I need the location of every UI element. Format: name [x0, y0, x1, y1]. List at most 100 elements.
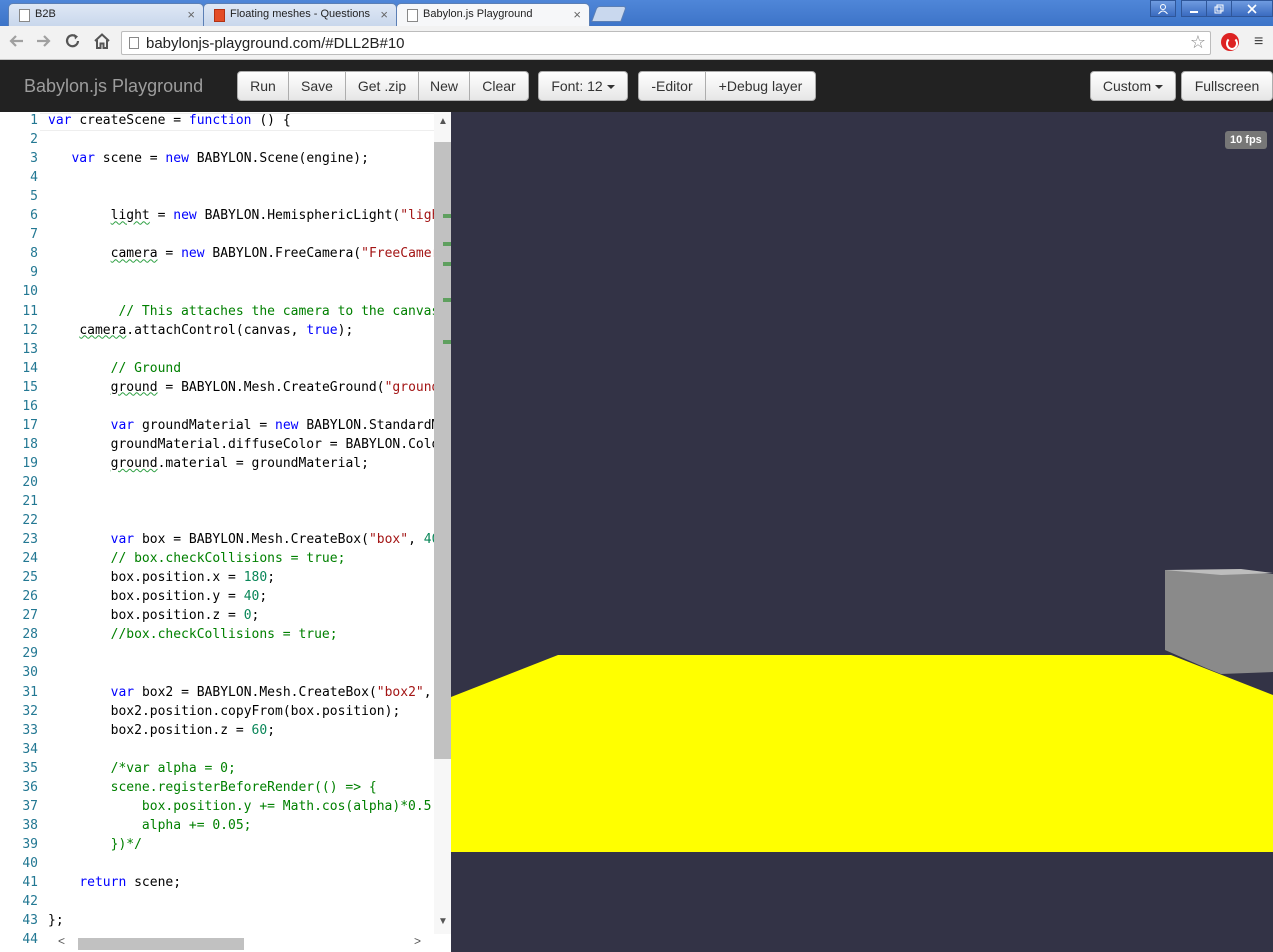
code-line[interactable]: ground.material = groundMaterial; — [48, 456, 369, 471]
horizontal-scrollbar[interactable] — [40, 934, 434, 952]
horizontal-scroll-thumb[interactable] — [78, 938, 244, 950]
code-line[interactable]: box2.position.z = 60; — [48, 723, 275, 738]
window-close-icon[interactable] — [1231, 0, 1273, 17]
line-number: 13 — [22, 341, 38, 357]
line-number: 8 — [30, 246, 38, 262]
code-line[interactable]: var groundMaterial = new BABYLON.Standar… — [48, 418, 434, 433]
line-number: 36 — [22, 779, 38, 795]
tab-babylon-playground[interactable]: Babylon.js Playground × — [396, 3, 590, 27]
page-icon — [19, 9, 30, 22]
tab-b2b[interactable]: B2B × — [8, 3, 204, 26]
line-number: 37 — [22, 798, 38, 814]
scroll-left-icon[interactable]: < — [58, 934, 65, 948]
code-line[interactable]: box.position.x = 180; — [48, 570, 275, 585]
line-number: 43 — [22, 913, 38, 929]
save-button[interactable]: Save — [288, 71, 346, 101]
code-line[interactable]: var scene = new BABYLON.Scene(engine); — [48, 151, 368, 166]
code-line[interactable]: /*var alpha = 0; — [48, 761, 236, 776]
profile-icon[interactable] — [1150, 0, 1176, 17]
code-editor[interactable]: 1 2 3 4 5 6 7 8 9 10 11 12 13 14 15 16 17 18 19 20 21 22 23 24 2… — [0, 112, 451, 952]
code-line[interactable]: var createScene = function () { — [48, 113, 291, 128]
overview-ruler-mark — [443, 262, 451, 266]
new-tab-button[interactable] — [591, 6, 627, 22]
code-line[interactable]: var box2 = BABYLON.Mesh.CreateBox("box2"… — [48, 685, 434, 700]
close-icon[interactable]: × — [573, 7, 581, 22]
line-number: 23 — [22, 532, 38, 548]
minimize-icon[interactable] — [1181, 0, 1207, 17]
line-number: 14 — [22, 360, 38, 376]
close-icon[interactable]: × — [380, 7, 388, 22]
code-line[interactable]: alpha += 0.05; — [48, 818, 252, 833]
code-line[interactable]: box2.position.copyFrom(box.position); — [48, 704, 401, 719]
code-line[interactable]: groundMaterial.diffuseColor = BABYLON.Co… — [48, 437, 434, 452]
debug-layer-button[interactable]: +Debug layer — [705, 71, 816, 101]
custom-label: Custom — [1102, 78, 1152, 94]
line-number: 11 — [22, 303, 38, 319]
code-line[interactable]: })*/ — [48, 837, 142, 852]
forward-icon[interactable] — [35, 33, 53, 54]
tab-title: Babylon.js Playground — [423, 8, 533, 20]
code-line[interactable]: box.position.z = 0; — [48, 608, 260, 623]
home-icon[interactable] — [93, 33, 111, 54]
code-line[interactable]: camera.attachControl(canvas, true); — [48, 323, 353, 338]
line-number: 28 — [22, 627, 38, 643]
tab-title: B2B — [35, 8, 56, 20]
run-button[interactable]: Run — [237, 71, 289, 101]
scroll-right-icon[interactable]: > — [414, 934, 421, 948]
line-number: 42 — [22, 894, 38, 910]
back-icon[interactable] — [7, 33, 25, 54]
bookmark-star-icon[interactable]: ☆ — [1190, 32, 1206, 53]
caret-down-icon — [606, 85, 615, 90]
fps-counter: 10 fps — [1225, 131, 1267, 149]
render-canvas[interactable]: 10 fps — [451, 112, 1273, 952]
new-button[interactable]: New — [418, 71, 470, 101]
box-mesh — [1165, 570, 1273, 674]
font-size-dropdown[interactable]: Font: 12 — [538, 71, 628, 101]
scroll-up-icon[interactable]: ▲ — [438, 116, 448, 127]
line-number: 7 — [30, 227, 38, 243]
vertical-scrollbar[interactable] — [434, 112, 451, 934]
code-line[interactable]: // box.checkCollisions = true; — [48, 551, 346, 566]
scroll-down-icon[interactable]: ▼ — [438, 916, 448, 927]
code-line[interactable]: camera = new BABYLON.FreeCamera("FreeCam… — [48, 246, 434, 261]
line-number: 25 — [22, 570, 38, 586]
code-line[interactable]: var box = BABYLON.Mesh.CreateBox("box", … — [48, 532, 434, 547]
extension-power-icon[interactable] — [1221, 33, 1239, 51]
code-line[interactable]: scene.registerBeforeRender(() => { — [48, 780, 377, 795]
clear-button[interactable]: Clear — [469, 71, 529, 101]
page-icon — [129, 37, 139, 49]
line-number: 10 — [22, 284, 38, 300]
reload-icon[interactable] — [64, 33, 82, 54]
line-number: 9 — [30, 265, 38, 281]
code-line[interactable]: box.position.y += Math.cos(alpha)*0.5; — [48, 799, 434, 814]
font-size-label: Font: 12 — [551, 78, 603, 94]
code-line[interactable]: return scene; — [48, 875, 181, 890]
line-number: 35 — [22, 760, 38, 776]
close-icon[interactable]: × — [187, 7, 195, 22]
get-zip-button[interactable]: Get .zip — [345, 71, 419, 101]
custom-dropdown[interactable]: Custom — [1090, 71, 1176, 101]
code-line[interactable]: }; — [48, 913, 64, 928]
scene-render — [451, 569, 1273, 852]
browser-menu-icon[interactable]: ≡ — [1254, 34, 1263, 50]
tab-floating-meshes[interactable]: Floating meshes - Questions × — [203, 3, 397, 26]
code-line[interactable]: ground = BABYLON.Mesh.CreateGround("grou… — [48, 380, 434, 395]
code-line[interactable]: light = new BABYLON.HemisphericLight("li… — [48, 208, 434, 223]
code-line[interactable]: // Ground — [48, 361, 181, 376]
restore-icon[interactable] — [1206, 0, 1232, 17]
playground-navbar: Babylon.js Playground Run Save Get .zip … — [0, 60, 1273, 112]
line-number: 5 — [30, 189, 38, 205]
vertical-scroll-thumb[interactable] — [434, 142, 451, 759]
address-bar[interactable]: babylonjs-playground.com/#DLL2B#10 ☆ — [121, 31, 1211, 55]
line-number: 29 — [22, 646, 38, 662]
toggle-editor-button[interactable]: -Editor — [638, 71, 706, 101]
overview-ruler-mark — [443, 242, 451, 246]
code-line[interactable]: //box.checkCollisions = true; — [48, 627, 338, 642]
line-number: 26 — [22, 589, 38, 605]
fullscreen-button[interactable]: Fullscreen — [1181, 71, 1273, 101]
code-line[interactable]: box.position.y = 40; — [48, 589, 268, 604]
url-text: babylonjs-playground.com/#DLL2B#10 — [146, 35, 405, 52]
line-number: 21 — [22, 494, 38, 509]
code-area[interactable]: var createScene = function () { var scen… — [48, 112, 434, 952]
code-line[interactable]: // This attaches the camera to the canva… — [48, 304, 434, 319]
